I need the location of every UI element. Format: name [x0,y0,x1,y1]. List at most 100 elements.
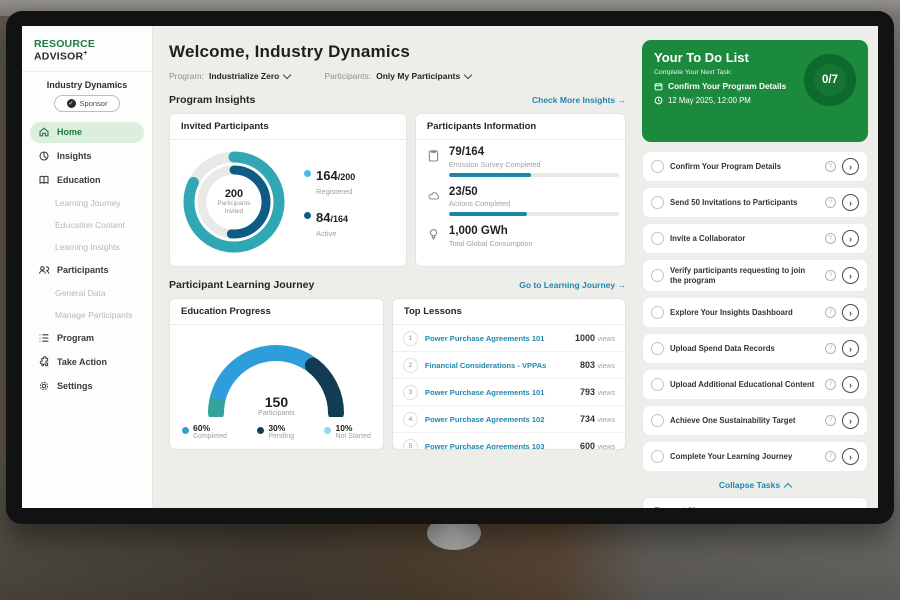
info-icon[interactable]: ? [825,197,836,208]
task-item[interactable]: Achieve One Sustainability Target ? › [642,405,868,436]
chevron-right-button[interactable]: › [842,412,859,429]
sidebar-menu: Home Insights Education Learning Journey… [22,120,152,402]
lesson-views-word: views [597,363,615,370]
recent-news-card: Recent News [642,497,868,508]
chevron-right-button[interactable]: › [842,448,859,465]
chevron-right-button[interactable]: › [842,158,859,175]
sidebar-item-settings[interactable]: Settings [30,376,144,397]
participants-dropdown[interactable]: Participants: Only My Participants [324,71,471,81]
info-icon[interactable]: ? [825,233,836,244]
task-checkbox[interactable] [651,414,664,427]
legend-label: Active [316,229,348,238]
task-item[interactable]: Verify participants requesting to join t… [642,259,868,292]
task-item[interactable]: Upload Additional Educational Content ? … [642,369,868,400]
lesson-rank: 2 [403,358,418,373]
chevron-right-button[interactable]: › [842,230,859,247]
info-icon[interactable]: ? [825,307,836,318]
sidebar-item-learning-insights[interactable]: Learning Insights [30,238,144,257]
program-value: Industrialize Zero [209,71,279,81]
insights-cards-row: Invited Participants 200 Participants In… [169,113,626,267]
education-card-body: 150 Participants 60% Completed 30% [170,325,383,440]
invited-participants-card: Invited Participants 200 Participants In… [169,113,407,267]
arrow-right-icon: → [618,280,627,290]
logo-secondary: ADVISOR [34,51,83,63]
lesson-link[interactable]: Power Purchase Agreements 101 [425,334,575,343]
lesson-views-count: 803 [580,360,595,370]
lesson-rank: 3 [403,385,418,400]
task-checkbox[interactable] [651,342,664,355]
clock-icon [654,96,663,105]
task-item[interactable]: Upload Spend Data Records ? › [642,333,868,364]
sidebar-item-label: Education [57,175,101,185]
card-title: Education Progress [170,299,383,325]
sidebar-item-take-action[interactable]: Take Action [30,352,144,373]
task-checkbox[interactable] [651,232,664,245]
go-to-learning-journey-link[interactable]: Go to Learning Journey → [519,280,626,290]
task-item[interactable]: Invite a Collaborator ? › [642,223,868,254]
screen: RESOURCE ADVISOR+ Industry Dynamics ✓ Sp… [22,26,878,508]
lesson-views-count: 734 [580,414,595,424]
task-label: Verify participants requesting to join t… [670,266,819,285]
task-checkbox[interactable] [651,378,664,391]
chevron-right-button[interactable]: › [842,267,859,284]
legend-percent: 60% [193,424,227,433]
section-title: Program Insights [169,94,255,106]
info-icon[interactable]: ? [825,415,836,426]
task-checkbox[interactable] [651,450,664,463]
task-checkbox[interactable] [651,196,664,209]
info-icon[interactable]: ? [825,379,836,390]
stat-total-consumption: 1,000 GWh Total Global Consumption [428,225,613,248]
legend-item-active: 84/164 Active [304,209,355,238]
sidebar-item-learning-journey[interactable]: Learning Journey [30,194,144,213]
info-icon[interactable]: ? [825,451,836,462]
task-checkbox[interactable] [651,269,664,282]
gauge-legend: 60% Completed 30% Pending 10% Not Starte… [180,417,373,440]
info-icon[interactable]: ? [825,161,836,172]
sidebar-item-label: Settings [57,381,93,391]
sidebar-item-education-content[interactable]: Education Content [30,216,144,235]
info-icon[interactable]: ? [825,270,836,281]
task-item[interactable]: Confirm Your Program Details ? › [642,151,868,182]
sidebar-item-manage-participants[interactable]: Manage Participants [30,306,144,325]
legend-item-not-started: 10% Not Started [324,424,370,440]
lesson-rank: 1 [403,331,418,346]
sidebar: RESOURCE ADVISOR+ Industry Dynamics ✓ Sp… [22,26,153,508]
chevron-right-button[interactable]: › [842,194,859,211]
card-title: Participants Information [416,114,625,140]
task-item[interactable]: Complete Your Learning Journey ? › [642,441,868,472]
donut-center-label: 200 Participants Invited [178,146,290,258]
sponsor-badge[interactable]: ✓ Sponsor [54,95,120,112]
lesson-link[interactable]: Power Purchase Agreements 103 [425,442,580,451]
sidebar-item-education[interactable]: Education [30,170,144,191]
chevron-right-button[interactable]: › [842,304,859,321]
sidebar-item-home[interactable]: Home [30,122,144,143]
program-dropdown[interactable]: Program: Industrialize Zero [169,71,290,81]
legend-item-pending: 30% Pending [257,424,294,440]
chevron-right-button[interactable]: › [842,376,859,393]
sidebar-item-general-data[interactable]: General Data [30,284,144,303]
task-item[interactable]: Send 50 Invitations to Participants ? › [642,187,868,218]
cloud-icon [428,186,441,217]
sidebar-item-label: General Data [55,288,106,298]
sidebar-item-program[interactable]: Program [30,328,144,349]
task-item[interactable]: Explore Your Insights Dashboard ? › [642,297,868,328]
lesson-link[interactable]: Power Purchase Agreements 101 [425,388,580,397]
chevron-right-button[interactable]: › [842,340,859,357]
sidebar-item-label: Learning Insights [55,242,120,252]
participants-icon [38,264,50,276]
lesson-link[interactable]: Power Purchase Agreements 102 [425,415,580,424]
check-more-insights-link[interactable]: Check More Insights → [532,95,626,105]
progress-bar [449,173,619,177]
lesson-link[interactable]: Financial Considerations - VPPAs [425,361,580,370]
sidebar-item-label: Participants [57,265,109,275]
arrow-right-icon: → [618,95,627,105]
stat-label: Total Global Consumption [449,239,533,248]
task-checkbox[interactable] [651,160,664,173]
lesson-row: 2 Financial Considerations - VPPAs 803 v… [393,352,625,379]
task-checkbox[interactable] [651,306,664,319]
sidebar-item-insights[interactable]: Insights [30,146,144,167]
collapse-tasks-link[interactable]: Collapse Tasks [642,480,868,490]
task-label: Achieve One Sustainability Target [670,416,819,426]
info-icon[interactable]: ? [825,343,836,354]
sidebar-item-participants[interactable]: Participants [30,260,144,281]
